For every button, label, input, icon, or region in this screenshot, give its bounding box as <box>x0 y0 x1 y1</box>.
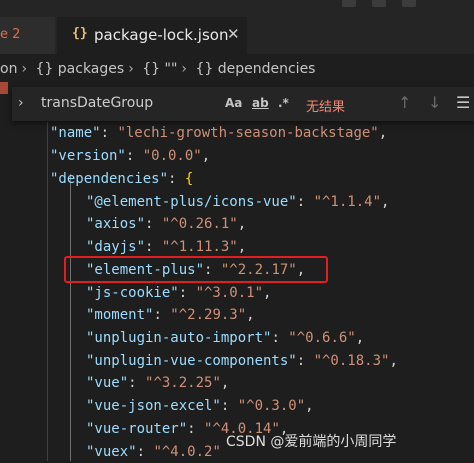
json-value: "^2.29.3" <box>170 307 247 323</box>
indent-guide-active <box>70 174 71 461</box>
json-value: "^0.6.6" <box>288 330 356 346</box>
arrow-up-icon[interactable]: ↑ <box>398 93 411 112</box>
window-control[interactable] <box>402 0 416 7</box>
close-icon[interactable]: ✕ <box>227 25 240 43</box>
json-value: "^0.18.3" <box>313 353 390 369</box>
arrow-down-icon[interactable]: ↓ <box>428 93 441 112</box>
whole-word-icon[interactable]: ab <box>252 96 269 110</box>
title-strip <box>0 0 474 17</box>
json-key: "@element-plus/icons-vue" <box>86 194 297 210</box>
menu-icon[interactable]: ☰ <box>456 93 470 112</box>
json-key: "dependencies" <box>50 171 169 187</box>
json-value: "^0.3.0" <box>237 398 306 414</box>
code-line: "@element-plus/icons-vue": "^1.1.4", <box>86 194 390 210</box>
json-key: "vue" <box>86 375 129 391</box>
json-key: "moment" <box>86 307 154 323</box>
json-key: "vue-router" <box>86 421 188 437</box>
json-file-icon: {} <box>72 26 88 41</box>
tab-previous[interactable]: e 2 <box>0 17 55 54</box>
json-punct: , <box>378 125 388 141</box>
window-control[interactable] <box>372 0 386 7</box>
json-value: { <box>184 171 194 187</box>
json-punct: , <box>389 353 398 369</box>
chevron-right-icon: › <box>128 61 134 77</box>
tab-package-lock[interactable]: {} package-lock.json ✕ <box>57 17 247 54</box>
editor-tab-bar: e 2 {} package-lock.json ✕ <box>0 17 474 54</box>
code-line: "vuex": "^4.0.2" <box>86 444 221 460</box>
chevron-right-icon: › <box>181 61 188 77</box>
regex-icon[interactable]: .* <box>278 96 289 110</box>
json-value: "^1.11.3" <box>161 239 238 255</box>
json-key: "version" <box>50 148 126 164</box>
json-punct: , <box>237 239 247 255</box>
json-key: "dayjs" <box>86 239 146 255</box>
json-value: "^3.2.25" <box>145 375 221 391</box>
json-value: "lechi-growth-season-backstage" <box>117 125 379 141</box>
json-punct: , <box>220 375 230 391</box>
tab-package-lock-label: package-lock.json <box>94 26 229 44</box>
window-control[interactable] <box>342 0 356 7</box>
code-line: "vue": "^3.2.25", <box>86 375 230 391</box>
json-punct: , <box>355 330 365 346</box>
json-value: "^1.1.4" <box>313 194 382 210</box>
highlight-annotation <box>64 256 328 283</box>
find-widget: › transDateGroup Aa ab .* 无结果 ↑ ↓ ☰ <box>12 87 474 121</box>
json-key: "vue-json-excel" <box>86 398 221 414</box>
indent-guide <box>47 122 48 461</box>
breadcrumb: on › {} packages › {} "" › {} dependencies <box>0 61 319 81</box>
code-line: "version": "0.0.0", <box>50 148 211 164</box>
tab-previous-label: e 2 <box>0 27 21 42</box>
json-key: "js-cookie" <box>86 285 179 301</box>
find-input[interactable]: transDateGroup <box>41 95 153 111</box>
json-value: "^3.0.1" <box>195 285 264 301</box>
json-value: "0.0.0" <box>142 148 202 164</box>
json-punct: , <box>263 285 272 301</box>
chevron-right-icon: › <box>21 61 28 77</box>
code-line: "dayjs": "^1.11.3", <box>86 239 247 255</box>
breadcrumb-item[interactable]: {} packages <box>36 61 125 77</box>
breadcrumb-item[interactable]: {} dependencies <box>195 61 315 77</box>
code-line: "name": "lechi-growth-season-backstage", <box>50 125 388 141</box>
code-line: "moment": "^2.29.3", <box>86 307 255 323</box>
json-punct: , <box>237 216 247 232</box>
code-line: "axios": "^0.26.1", <box>86 216 247 232</box>
json-punct: , <box>201 148 211 164</box>
code-line: "js-cookie": "^3.0.1", <box>86 285 272 301</box>
match-case-icon[interactable]: Aa <box>225 96 242 110</box>
json-punct: , <box>305 398 314 414</box>
code-line: "unplugin-vue-components": "^0.18.3", <box>86 353 398 369</box>
find-result-text: 无结果 <box>306 100 346 115</box>
json-key: "unplugin-auto-import" <box>86 330 272 346</box>
json-value: "^0.26.1" <box>161 216 238 232</box>
breadcrumb-item[interactable]: {} "" <box>142 61 177 77</box>
json-key: "unplugin-vue-components" <box>86 353 297 369</box>
code-line: "vue-json-excel": "^0.3.0", <box>86 398 314 414</box>
code-line: "unplugin-auto-import": "^0.6.6", <box>86 330 365 346</box>
json-punct: , <box>381 194 390 210</box>
breadcrumb-item[interactable]: on <box>0 61 17 77</box>
json-key: "name" <box>50 125 101 141</box>
toggle-replace-icon[interactable]: › <box>18 95 24 111</box>
json-punct: , <box>246 307 255 323</box>
watermark: CSDN @爱前端的小周同学 <box>226 434 397 450</box>
json-value: "^4.0.2" <box>153 444 221 460</box>
json-key: "vuex" <box>86 444 137 460</box>
json-key: "axios" <box>86 216 146 232</box>
code-line: "dependencies": { <box>50 171 194 187</box>
